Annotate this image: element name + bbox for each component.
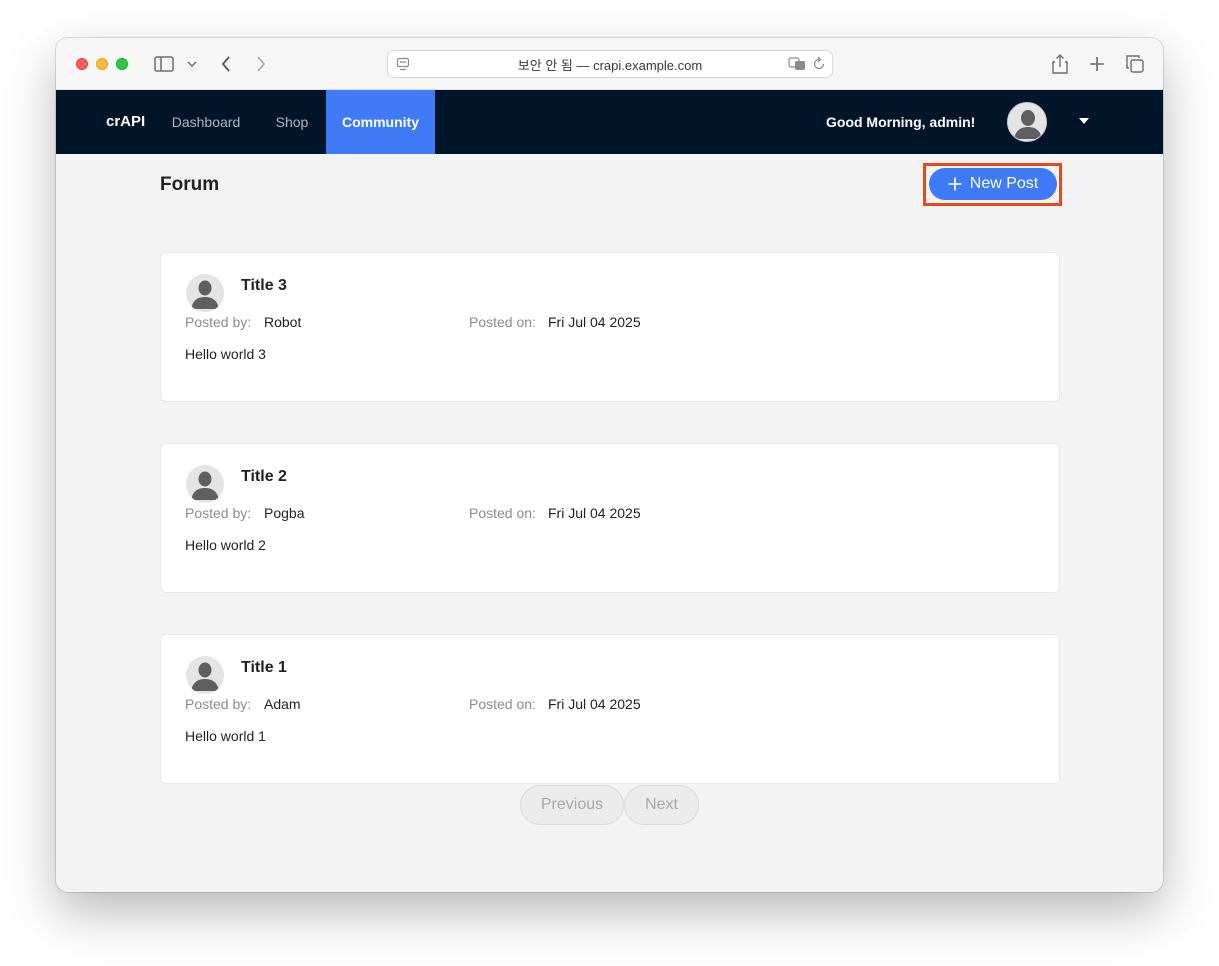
posted-on-label: Posted on: bbox=[469, 314, 536, 330]
new-post-button[interactable]: New Post bbox=[929, 168, 1057, 200]
author-avatar bbox=[186, 656, 224, 694]
chevron-down-icon[interactable] bbox=[184, 52, 200, 76]
address-bar[interactable]: 보안 안 됨 — crapi.example.com bbox=[387, 50, 833, 78]
post-date: Fri Jul 04 2025 bbox=[548, 696, 641, 712]
post-card[interactable]: Title 2 Posted by: Pogba Posted on: Fri … bbox=[160, 443, 1060, 593]
post-body: Hello world 1 bbox=[185, 728, 266, 744]
post-date: Fri Jul 04 2025 bbox=[548, 505, 641, 521]
greeting-text: Good Morning, admin! bbox=[826, 114, 976, 130]
nav-item-shop[interactable]: Shop bbox=[263, 90, 321, 154]
next-button[interactable]: Next bbox=[624, 785, 699, 825]
post-body: Hello world 3 bbox=[185, 346, 266, 362]
nav-item-dashboard[interactable]: Dashboard bbox=[159, 90, 253, 154]
new-tab-icon[interactable] bbox=[1087, 52, 1107, 76]
new-post-label: New Post bbox=[969, 175, 1039, 192]
post-author: Pogba bbox=[264, 505, 305, 521]
person-icon bbox=[186, 274, 224, 312]
page-menu-icon[interactable] bbox=[396, 57, 410, 76]
app-navbar: crAPI Dashboard Shop Community Good Morn… bbox=[56, 90, 1163, 154]
post-title[interactable]: Title 3 bbox=[241, 277, 287, 295]
previous-button[interactable]: Previous bbox=[520, 785, 624, 825]
post-author: Robot bbox=[264, 314, 302, 330]
author-avatar bbox=[186, 465, 224, 503]
forward-arrow-icon[interactable] bbox=[251, 52, 271, 76]
posted-on-label: Posted on: bbox=[469, 505, 536, 521]
post-date: Fri Jul 04 2025 bbox=[548, 314, 641, 330]
page-title: Forum bbox=[160, 174, 220, 195]
post-title[interactable]: Title 2 bbox=[241, 468, 287, 486]
author-avatar bbox=[186, 274, 224, 312]
post-title[interactable]: Title 1 bbox=[241, 659, 287, 677]
person-icon bbox=[186, 465, 224, 503]
caret-down-icon[interactable] bbox=[1079, 118, 1089, 124]
minimize-window-button[interactable] bbox=[96, 58, 108, 70]
translate-icon[interactable] bbox=[788, 56, 806, 77]
person-icon bbox=[186, 656, 224, 694]
back-arrow-icon[interactable] bbox=[216, 52, 236, 76]
forum-page: Forum New Post Title 3 Posted by: Robot … bbox=[56, 154, 1163, 892]
user-avatar[interactable] bbox=[1007, 102, 1047, 142]
browser-toolbar: 보안 안 됨 — crapi.example.com bbox=[56, 38, 1163, 90]
nav-item-community[interactable]: Community bbox=[326, 90, 435, 154]
tab-overview-icon[interactable] bbox=[1124, 52, 1146, 76]
browser-window: 보안 안 됨 — crapi.example.com crAPI Dashboa… bbox=[56, 38, 1163, 892]
posted-by-label: Posted by: bbox=[185, 696, 252, 712]
post-author: Adam bbox=[264, 696, 301, 712]
share-icon[interactable] bbox=[1050, 52, 1070, 76]
brand-logo[interactable]: crAPI bbox=[106, 90, 145, 154]
person-icon bbox=[1008, 103, 1046, 141]
plus-icon bbox=[948, 177, 962, 191]
zoom-window-button[interactable] bbox=[116, 58, 128, 70]
post-card[interactable]: Title 3 Posted by: Robot Posted on: Fri … bbox=[160, 252, 1060, 402]
posted-on-label: Posted on: bbox=[469, 696, 536, 712]
post-body: Hello world 2 bbox=[185, 537, 266, 553]
close-window-button[interactable] bbox=[76, 58, 88, 70]
sidebar-toggle-icon[interactable] bbox=[153, 52, 175, 76]
address-text: 보안 안 됨 — crapi.example.com bbox=[517, 57, 703, 73]
posted-by-label: Posted by: bbox=[185, 505, 252, 521]
reload-icon[interactable] bbox=[812, 56, 826, 77]
post-card[interactable]: Title 1 Posted by: Adam Posted on: Fri J… bbox=[160, 634, 1060, 784]
posted-by-label: Posted by: bbox=[185, 314, 252, 330]
